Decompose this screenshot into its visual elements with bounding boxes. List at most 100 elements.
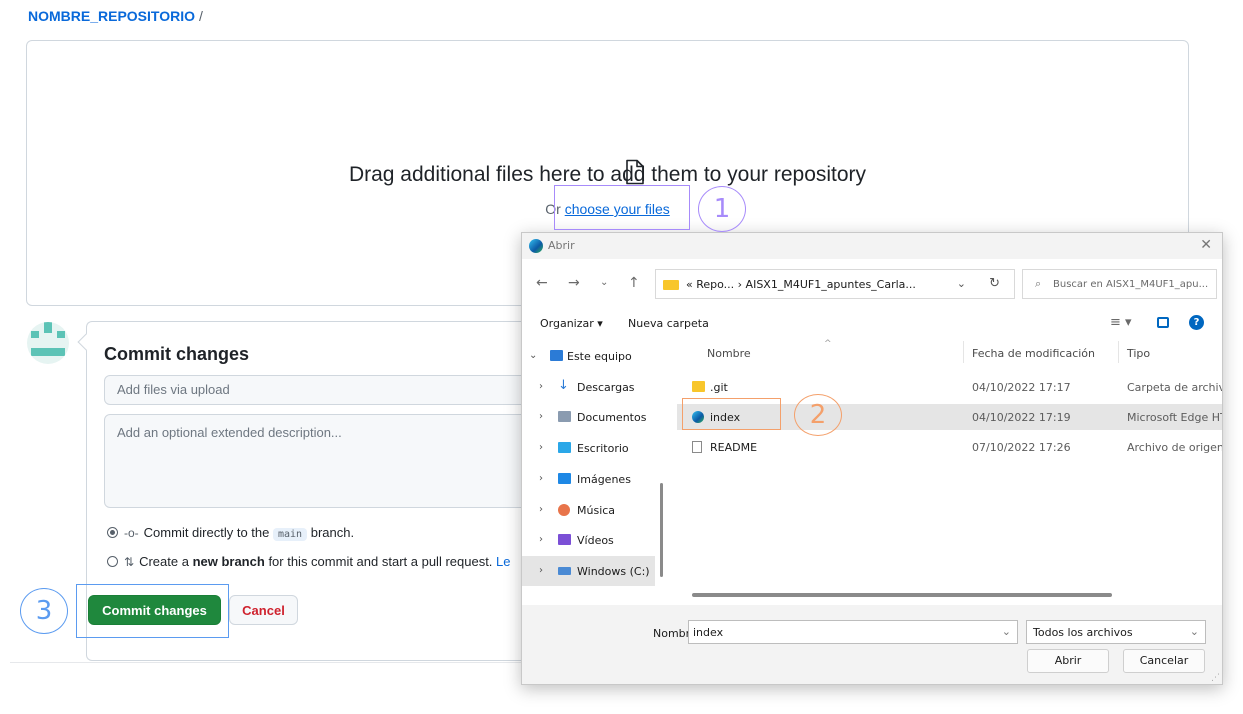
- preview-pane-icon[interactable]: [1157, 317, 1169, 328]
- new-folder-button[interactable]: Nueva carpeta: [628, 317, 709, 330]
- dropzone-prefix: Or: [545, 201, 561, 217]
- file-name: README: [710, 441, 758, 454]
- close-icon[interactable]: ✕: [1200, 237, 1212, 253]
- branch-name: main: [273, 528, 308, 541]
- address-row: ← → ⌄ ↑ « Repo... › AISX1_M4UF1_apuntes_…: [522, 266, 1222, 300]
- nav-item-label: Vídeos: [577, 534, 614, 548]
- chevron-right-icon[interactable]: ›: [539, 442, 543, 453]
- chevron-right-icon[interactable]: ›: [539, 565, 543, 576]
- search-input[interactable]: ⌕ Buscar en AISX1_M4UF1_apu...: [1022, 269, 1217, 299]
- address-bar[interactable]: « Repo... › AISX1_M4UF1_apuntes_Carla...…: [655, 269, 1015, 299]
- chevron-right-icon[interactable]: ›: [539, 504, 543, 515]
- history-dropdown-icon[interactable]: ⌄: [600, 277, 608, 288]
- view-options-icon[interactable]: ≡ ▾: [1110, 315, 1132, 330]
- nav-item-5[interactable]: › Música: [522, 495, 655, 525]
- chevron-right-icon[interactable]: ›: [539, 534, 543, 545]
- commit-title: Commit changes: [104, 344, 250, 364]
- chevron-down-icon[interactable]: ⌄: [1190, 625, 1199, 638]
- help-icon[interactable]: ?: [1189, 315, 1204, 330]
- file-row[interactable]: .git 04/10/2022 17:17 Carpeta de archivos: [677, 374, 1222, 400]
- nav-item-label: Descargas: [577, 380, 635, 394]
- chevron-down-icon[interactable]: ⌄: [1002, 625, 1011, 638]
- file-row[interactable]: index 04/10/2022 17:19 Microsoft Edge HTML: [677, 404, 1222, 430]
- back-icon[interactable]: ←: [536, 275, 548, 291]
- organize-menu[interactable]: Organizar ▾: [540, 317, 603, 330]
- file-name: .git: [710, 381, 728, 394]
- open-button[interactable]: Abrir: [1027, 649, 1109, 673]
- sort-arrow-icon: ^: [824, 339, 832, 349]
- document-icon: [558, 411, 571, 423]
- file-type-select[interactable]: Todos los archivos ⌄: [1026, 620, 1206, 644]
- nav-item-label: Windows (C:): [577, 564, 650, 578]
- pull-request-icon: ⇅: [124, 555, 135, 569]
- markdown-file-icon: [692, 441, 702, 453]
- navigation-pane: ⌄ Este equipo › ↓ Descargas › Documentos › Escri…: [522, 341, 657, 603]
- file-date: 04/10/2022 17:17: [972, 381, 1071, 394]
- dialog-title: Abrir: [548, 239, 575, 252]
- nav-scrollbar[interactable]: [660, 483, 663, 577]
- file-name-value: index: [693, 626, 724, 639]
- folder-icon: [663, 280, 679, 290]
- music-icon: [558, 503, 570, 516]
- file-type: Microsoft Edge HTML: [1127, 411, 1222, 424]
- file-type: Archivo de origen Markdown: [1127, 441, 1223, 454]
- nav-item-label: Documentos: [577, 411, 647, 425]
- choose-files-link[interactable]: choose your files: [565, 201, 670, 217]
- commit-new-branch-option[interactable]: ⇅ Create a new branch for this commit and…: [107, 554, 511, 569]
- drive-icon: [558, 566, 571, 575]
- file-name-input[interactable]: index ⌄: [688, 620, 1018, 644]
- column-date[interactable]: Fecha de modificación: [972, 347, 1095, 360]
- repo-link[interactable]: NOMBRE_REPOSITORIO: [28, 8, 195, 24]
- annotation-number-3: 3: [20, 588, 68, 634]
- commit-description-input[interactable]: Add an optional extended description...: [104, 414, 534, 508]
- forward-icon[interactable]: →: [568, 275, 580, 291]
- nav-item-0[interactable]: ⌄ Este equipo: [522, 341, 645, 371]
- avatar: [27, 322, 69, 364]
- refresh-icon[interactable]: ↻: [989, 276, 1000, 291]
- radio-direct[interactable]: [107, 527, 118, 538]
- open-file-dialog: Abrir ✕ ← → ⌄ ↑ « Repo... › AISX1_M4UF1_…: [521, 232, 1223, 685]
- commit-direct-option[interactable]: -o- Commit directly to the main branch.: [107, 525, 355, 541]
- breadcrumb-separator: /: [199, 8, 203, 24]
- commit-icon: -o-: [124, 526, 139, 540]
- monitor-icon: [550, 350, 563, 361]
- nav-item-4[interactable]: › Imágenes: [522, 464, 655, 494]
- edge-icon: [692, 411, 704, 423]
- commit-summary-input[interactable]: Add files via upload: [104, 375, 534, 405]
- radio-new-branch[interactable]: [107, 556, 118, 567]
- cancel-button[interactable]: Cancel: [229, 595, 298, 625]
- direct-text-after: branch.: [310, 525, 355, 540]
- address-path: « Repo... › AISX1_M4UF1_apuntes_Carla...: [686, 278, 916, 291]
- chevron-right-icon[interactable]: ›: [539, 473, 543, 484]
- horizontal-scrollbar[interactable]: [692, 593, 1112, 597]
- edge-icon: [529, 239, 543, 253]
- nav-item-label: Este equipo: [567, 350, 632, 363]
- new-branch-text: Create a: [139, 554, 189, 569]
- nav-item-6[interactable]: › Vídeos: [522, 525, 655, 555]
- column-type[interactable]: Tipo: [1127, 347, 1150, 360]
- new-branch-bold: new branch: [192, 554, 265, 569]
- nav-item-label: Imágenes: [577, 472, 631, 486]
- chevron-right-icon[interactable]: ›: [539, 411, 543, 422]
- dropzone-title: Drag additional files here to add them t…: [348, 163, 867, 186]
- video-icon: [558, 534, 571, 546]
- chevron-down-icon[interactable]: ⌄: [529, 350, 537, 361]
- file-type: Carpeta de archivos: [1127, 381, 1222, 394]
- nav-item-1[interactable]: › ↓ Descargas: [522, 372, 655, 402]
- nav-item-2[interactable]: › Documentos: [522, 402, 655, 432]
- file-date: 04/10/2022 17:19: [972, 411, 1071, 424]
- learn-more-link[interactable]: Le: [496, 554, 510, 569]
- nav-item-7[interactable]: › Windows (C:): [522, 555, 655, 586]
- chevron-down-icon[interactable]: ⌄: [957, 277, 966, 290]
- resize-grip-icon[interactable]: ⋰: [1211, 673, 1220, 683]
- new-branch-text-after: for this commit and start a pull request…: [268, 554, 493, 569]
- commit-changes-button[interactable]: Commit changes: [88, 595, 221, 625]
- column-name[interactable]: Nombre: [707, 347, 751, 360]
- file-row[interactable]: README 07/10/2022 17:26 Archivo de origen …: [677, 434, 1223, 460]
- up-icon[interactable]: ↑: [628, 275, 640, 291]
- nav-item-3[interactable]: › Escritorio: [522, 433, 655, 463]
- dialog-cancel-button[interactable]: Cancelar: [1123, 649, 1205, 673]
- direct-text: Commit directly to the: [143, 525, 270, 540]
- file-list: ^ Nombre Fecha de modificación Tipo .git…: [677, 337, 1223, 597]
- chevron-right-icon[interactable]: ›: [539, 381, 543, 392]
